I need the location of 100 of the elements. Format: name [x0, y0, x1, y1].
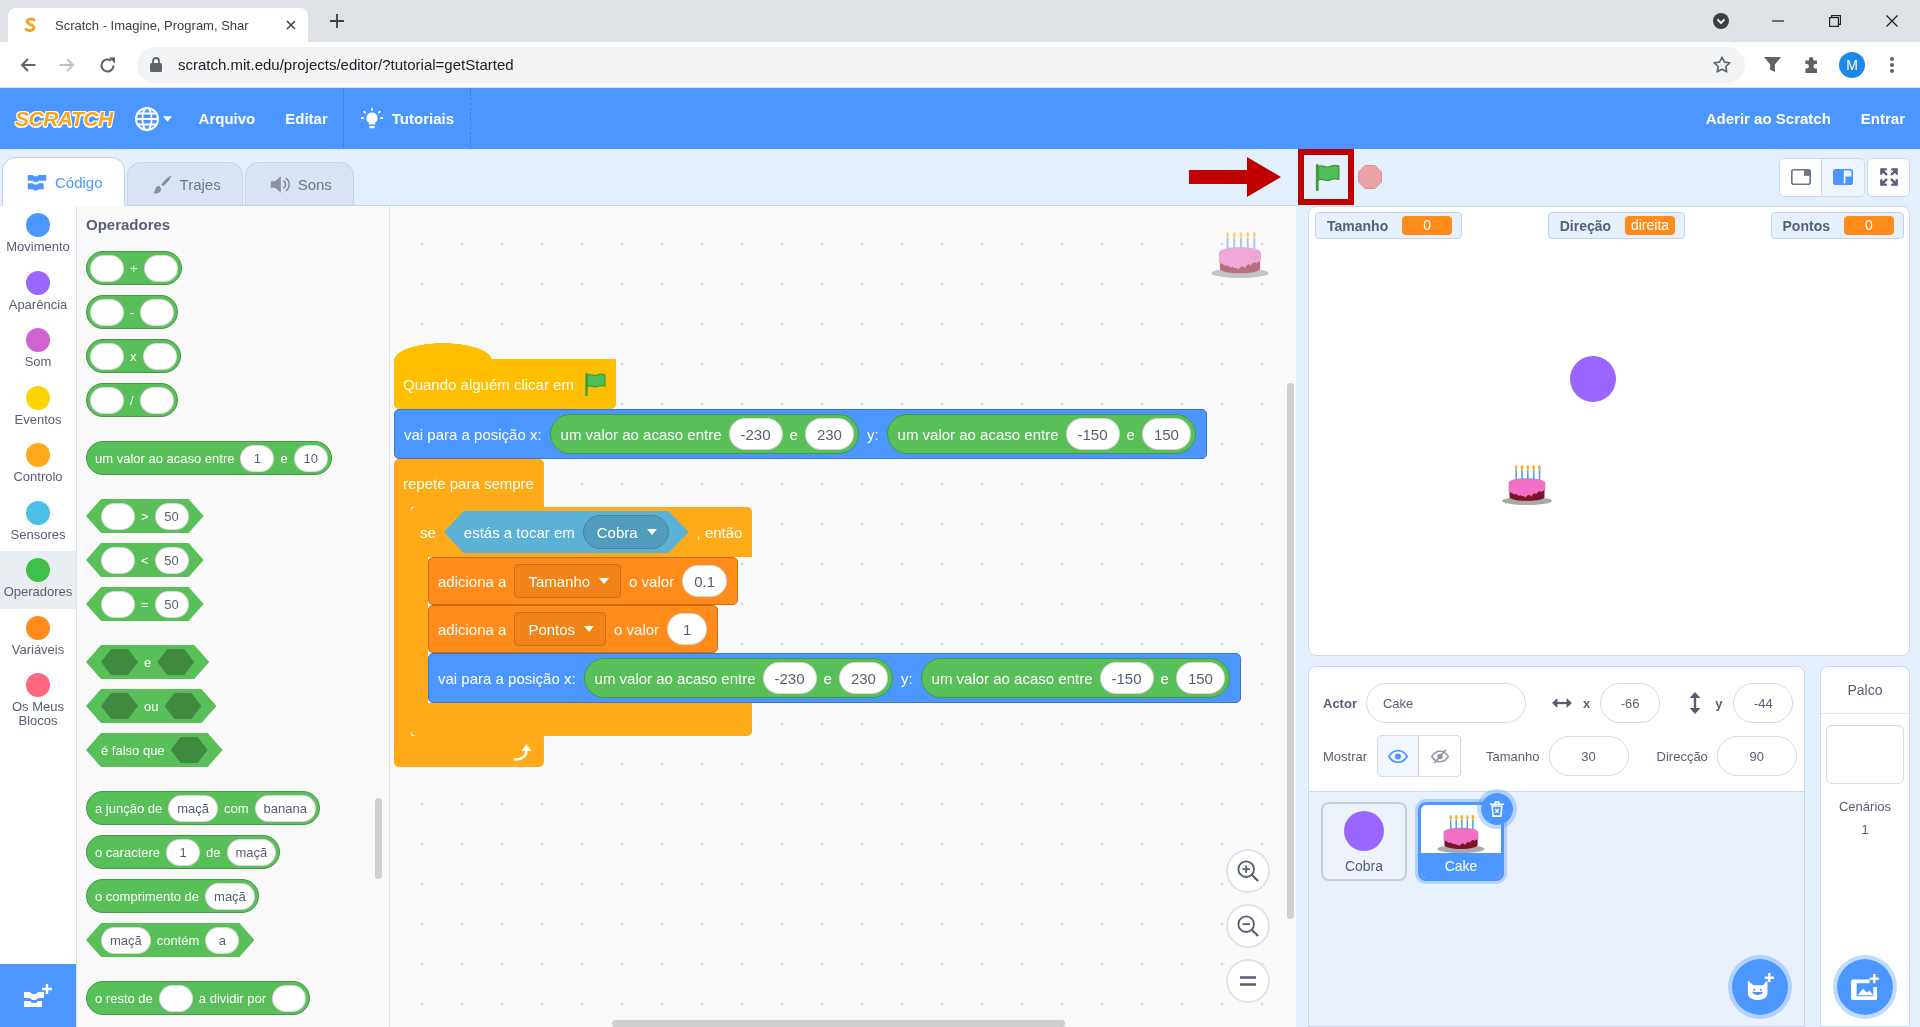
editor-tab[interactable]: Trajes	[126, 162, 243, 205]
value-input[interactable]: -230	[762, 662, 817, 694]
backdrop-thumbnail[interactable]	[1826, 725, 1904, 784]
value-input[interactable]: 1	[240, 444, 275, 472]
category-item[interactable]: Operadores	[0, 551, 76, 609]
boolean-block[interactable]: > 50	[86, 499, 204, 533]
value-input[interactable]: 150	[1141, 418, 1191, 450]
value-input[interactable]: 1	[166, 838, 201, 866]
value-input[interactable]: 50	[154, 546, 189, 574]
block-text: +	[130, 260, 138, 276]
zoom-in-button[interactable]	[1226, 849, 1270, 893]
boolean-block[interactable]: < 50	[86, 543, 204, 577]
stop-icon[interactable]	[1358, 165, 1382, 189]
value-input[interactable]: 1	[667, 613, 708, 645]
small-stage-button[interactable]	[1779, 157, 1822, 197]
add-extension-button[interactable]	[0, 964, 76, 1027]
restore-icon[interactable]	[1828, 15, 1841, 27]
value-input[interactable]: 230	[804, 418, 854, 450]
value-input[interactable]: -150	[1099, 662, 1154, 694]
value-input[interactable]: maçã	[226, 838, 277, 866]
category-item[interactable]: Eventos	[0, 378, 76, 436]
stack-block[interactable]: adiciona a Pontos o valor 1	[428, 605, 719, 653]
editor-tab[interactable]: Sons	[244, 162, 354, 205]
close-icon[interactable]	[286, 20, 296, 30]
reporter-block[interactable]: um valor ao acaso entre -230 e 230	[583, 658, 893, 698]
category-item[interactable]: Controlo	[0, 436, 76, 494]
scrollbar[interactable]	[1287, 383, 1294, 919]
empty-input[interactable]	[90, 298, 124, 326]
empty-input[interactable]	[272, 984, 307, 1012]
address-bar[interactable]: scratch.mit.edu/projects/editor/?tutorial=getStarted	[137, 46, 1745, 83]
value-input[interactable]: 50	[154, 502, 189, 530]
zoom-out-button[interactable]	[1226, 904, 1270, 948]
scrollbar[interactable]	[612, 1020, 1065, 1027]
reporter-block[interactable]: um valor ao acaso entre 1 e 10	[86, 441, 332, 475]
stack-block[interactable]: vai para a posição x: um valor ao acaso entre -230 e 230 y: um valor ao acaso entre -150 e 150	[428, 653, 1241, 703]
tab-search-icon[interactable]	[1712, 13, 1729, 29]
show-button[interactable]	[1377, 735, 1420, 777]
profile-avatar[interactable]: M	[1839, 51, 1865, 78]
value-input[interactable]: 230	[838, 662, 888, 694]
forever-block[interactable]	[394, 459, 1241, 767]
boolean-block[interactable]: = 50	[86, 587, 204, 621]
value-input[interactable]: 150	[1175, 662, 1225, 694]
scrollbar[interactable]	[375, 798, 382, 879]
funnel-icon[interactable]	[1763, 56, 1781, 73]
reporter-block[interactable]: um valor ao acaso entre -150 e 150	[920, 658, 1230, 698]
minimize-icon[interactable]	[1771, 20, 1784, 22]
value-input[interactable]: a	[205, 926, 240, 954]
reporter-block[interactable]: o caractere 1 de maçã	[86, 835, 281, 869]
value-input[interactable]: maçã	[205, 882, 255, 910]
caret-icon	[646, 529, 657, 535]
value-input[interactable]: -230	[728, 418, 783, 450]
category-item[interactable]: Aparência	[0, 263, 76, 321]
if-block[interactable]: se estás a tocar em Cobra , então adiciona a Tamanho o valor 0.1 adiciona a Pontos o valor 1 vai para a posição x: um valor ao acaso entre -230 e 230 y: um valor ao acaso entre -150 e 150	[411, 507, 1241, 736]
close-icon[interactable]	[1885, 15, 1898, 27]
reload-icon[interactable]	[98, 56, 116, 73]
empty-input[interactable]	[90, 254, 124, 282]
reporter-block[interactable]: um valor ao acaso entre -150 e 150	[886, 414, 1196, 454]
star-icon[interactable]	[1713, 56, 1731, 73]
browser-tab[interactable]: Scratch - Imagine, Program, Shar	[8, 8, 308, 42]
value-input[interactable]: 50	[154, 590, 189, 618]
value-input[interactable]: banana	[254, 794, 316, 822]
category-item[interactable]: Sensores	[0, 493, 76, 551]
fullscreen-button[interactable]	[1867, 157, 1910, 197]
stack-block[interactable]: vai para a posição x: um valor ao acaso entre -230 e 230 y: um valor ao acaso entre -150 e 150	[394, 409, 1207, 459]
lock-icon	[150, 57, 162, 72]
empty-input[interactable]	[158, 984, 193, 1012]
sprite-tile[interactable]: Cobra	[1321, 802, 1407, 881]
category-item[interactable]: Os Meus Blocos	[0, 666, 76, 728]
empty-input[interactable]	[143, 254, 178, 282]
value-input[interactable]: maçã	[168, 794, 219, 822]
empty-input[interactable]	[90, 386, 124, 414]
empty-input[interactable]	[101, 502, 135, 530]
back-icon[interactable]	[18, 56, 36, 73]
value-input[interactable]: 0.1	[682, 565, 727, 597]
empty-input[interactable]	[139, 386, 174, 414]
delete-button[interactable]	[1477, 789, 1517, 829]
reporter-block[interactable]: o comprimento de maçã	[86, 879, 259, 913]
empty-input[interactable]	[101, 590, 135, 618]
value-input[interactable]: maçã	[101, 926, 151, 954]
plus-icon[interactable]	[330, 14, 344, 28]
category-item[interactable]: Som	[0, 321, 76, 379]
reporter-block[interactable]: um valor ao acaso entre -230 e 230	[549, 414, 859, 454]
reporter-block[interactable]: a junção de maçã com banana	[86, 791, 320, 825]
caret-icon	[162, 115, 172, 122]
value-input[interactable]: 10	[293, 444, 328, 472]
hide-button[interactable]	[1419, 735, 1462, 777]
more-icon[interactable]	[1890, 56, 1894, 73]
block-text: adiciona a	[438, 620, 507, 638]
stack-block[interactable]: adiciona a Tamanho o valor 0.1	[428, 557, 738, 605]
zoom-reset-button[interactable]	[1226, 959, 1270, 1003]
empty-input[interactable]	[101, 546, 135, 574]
empty-input[interactable]	[140, 298, 175, 326]
empty-input[interactable]	[90, 342, 124, 370]
boolean-block[interactable]: maçã contém a	[86, 923, 255, 957]
category-item[interactable]: Movimento	[0, 206, 76, 264]
empty-input[interactable]	[142, 342, 177, 370]
category-item[interactable]: Variáveis	[0, 608, 76, 666]
value-input[interactable]: -150	[1065, 418, 1120, 450]
normal-stage-button[interactable]	[1822, 157, 1865, 197]
url-text: scratch.mit.edu/projects/editor/?tutorial=getStarted	[178, 56, 514, 73]
